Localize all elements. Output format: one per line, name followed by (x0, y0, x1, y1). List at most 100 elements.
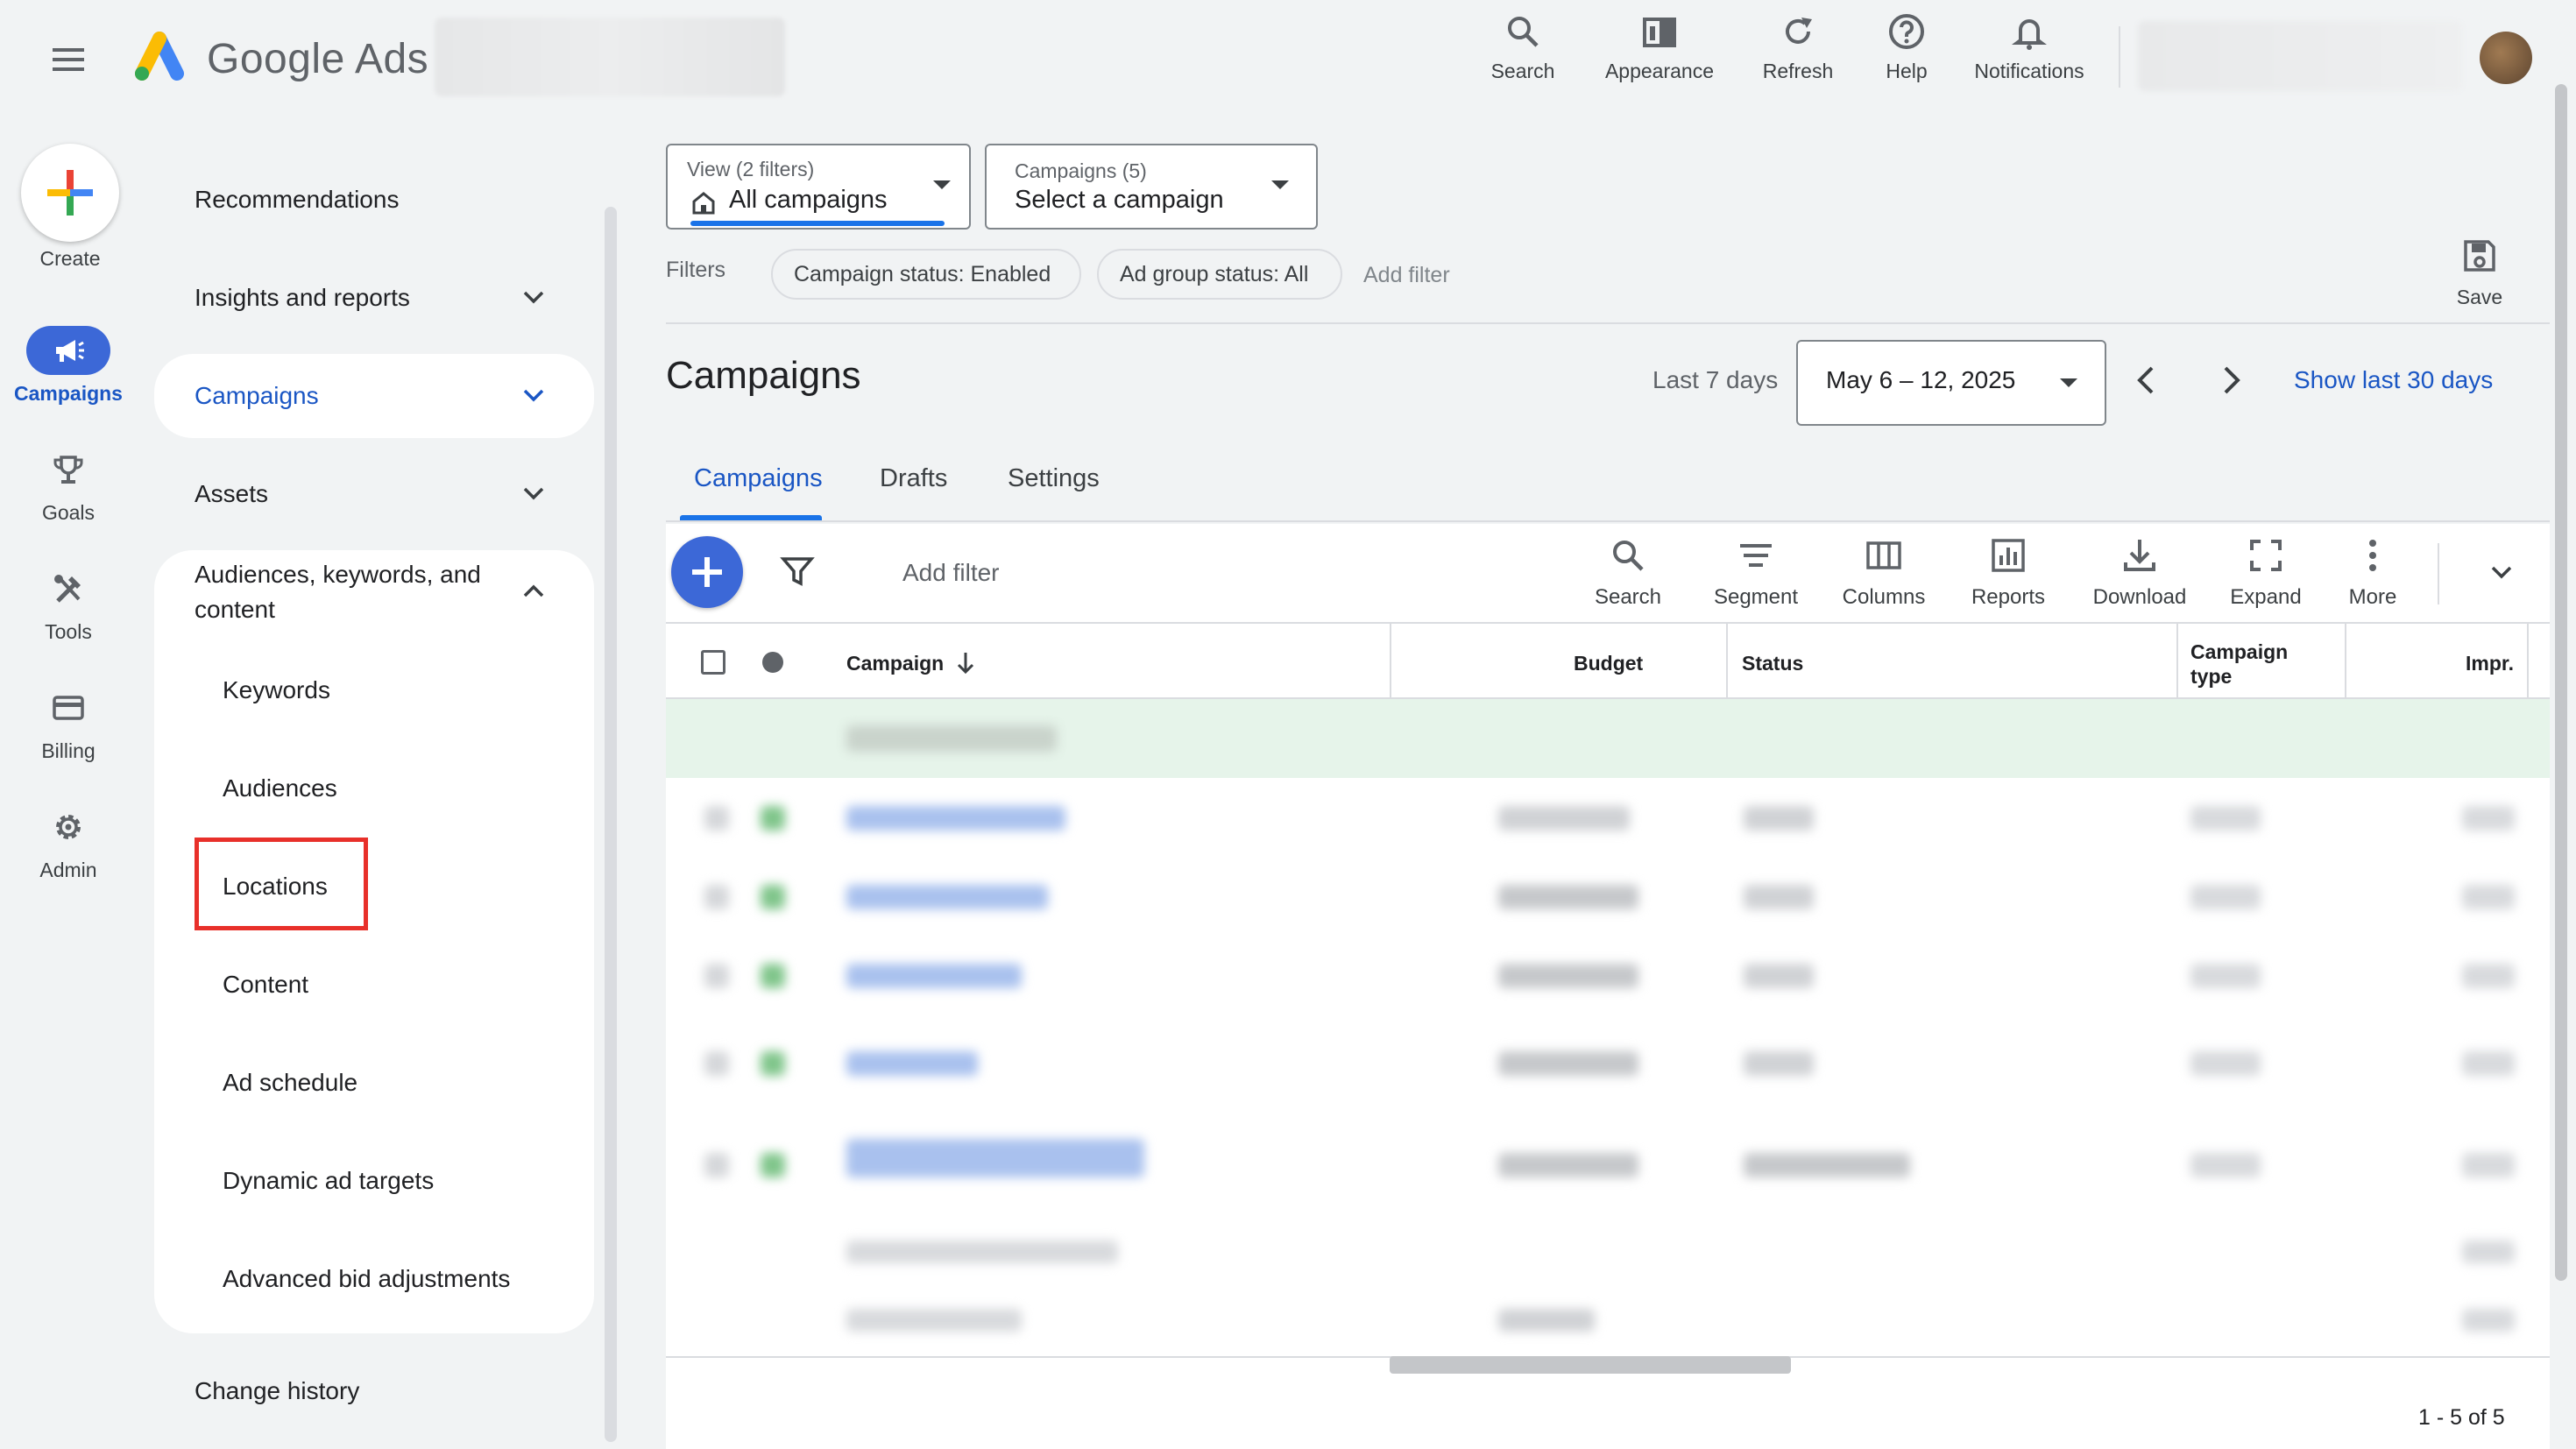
topbar-search-label: Search (1490, 60, 1555, 82)
nav-item-assets[interactable]: Assets (195, 480, 268, 508)
rail-item-campaigns[interactable]: Campaigns (0, 326, 137, 406)
tab-settings[interactable]: Settings (1008, 464, 1100, 493)
rail-item-billing[interactable]: Billing (0, 683, 137, 763)
plus-icon (692, 557, 722, 587)
campaign-selector-caption: Campaigns (5) (1015, 159, 1147, 182)
table-summary-row (666, 1290, 2550, 1353)
table-row[interactable] (666, 937, 2550, 1016)
download-icon (2120, 536, 2159, 575)
table-summary-row (666, 1218, 2550, 1288)
nav-subitem-ad-schedule[interactable]: Ad schedule (223, 1069, 357, 1097)
chevron-left-icon[interactable] (2131, 363, 2162, 398)
column-header-campaign[interactable]: Campaign (846, 652, 944, 675)
column-header-campaign-type[interactable]: Campaign type (2190, 640, 2288, 689)
rail-item-billing-label: Billing (41, 739, 96, 762)
caret-down-icon (2059, 377, 2078, 389)
table-row[interactable] (666, 1025, 2550, 1104)
column-divider[interactable] (2176, 624, 2178, 697)
chevron-right-icon[interactable] (2215, 363, 2247, 398)
topbar-help-button[interactable]: Help (1845, 12, 1968, 100)
customer-account-info[interactable] (2138, 21, 2462, 91)
column-header-status[interactable]: Status (1742, 652, 1803, 675)
rail-item-goals[interactable]: Goals (0, 445, 137, 525)
main-vertical-scrollbar[interactable] (2555, 84, 2567, 1281)
tabs-divider (666, 520, 2550, 522)
tab-drafts[interactable]: Drafts (880, 464, 947, 493)
segment-button[interactable]: Segment (1695, 536, 1817, 610)
column-header-budget[interactable]: Budget (1574, 652, 1643, 675)
search-icon (1504, 12, 1542, 51)
gear-icon (51, 809, 86, 845)
search-icon (1609, 536, 1647, 575)
filter-bar-divider (666, 322, 2550, 324)
google-ads-logo-icon (131, 32, 188, 84)
topbar-search-button[interactable]: Search (1461, 12, 1584, 100)
nav-item-insights[interactable]: Insights and reports (195, 284, 410, 312)
column-divider[interactable] (2527, 624, 2529, 697)
tab-campaigns[interactable]: Campaigns (694, 464, 823, 493)
download-button[interactable]: Download (2078, 536, 2201, 610)
campaign-selector-dropdown[interactable]: Campaigns (5) Select a campaign (985, 144, 1318, 230)
expand-button[interactable]: Expand (2204, 536, 2327, 610)
filter-chip-ad-group-status[interactable]: Ad group status: All (1097, 249, 1342, 300)
caret-down-icon (1270, 179, 1290, 191)
date-range-value: May 6 – 12, 2025 (1826, 366, 2016, 393)
nav-item-audiences-keywords-content[interactable]: Audiences, keywords, and content (195, 557, 481, 627)
view-dropdown-caption: View (2 filters) (687, 158, 815, 180)
nav-item-change-history[interactable]: Change history (195, 1377, 359, 1405)
rail-item-tools[interactable]: Tools (0, 564, 137, 644)
app-brand[interactable]: Google Ads (207, 35, 428, 83)
topbar-refresh-button[interactable]: Refresh (1737, 12, 1859, 100)
select-all-checkbox[interactable] (701, 650, 725, 675)
create-button[interactable] (21, 144, 119, 242)
topbar-notifications-button[interactable]: Notifications (1968, 12, 2091, 100)
add-campaign-button[interactable] (671, 536, 743, 608)
nav-subitem-advanced-bid-adjustments[interactable]: Advanced bid adjustments (223, 1265, 510, 1293)
add-filter-link[interactable]: Add filter (1363, 263, 1450, 288)
page-title: Campaigns (666, 354, 861, 397)
nav-subitem-content[interactable]: Content (223, 971, 308, 999)
column-divider[interactable] (1390, 624, 1391, 697)
nav-item-campaigns[interactable]: Campaigns (195, 382, 319, 410)
filter-icon[interactable] (780, 554, 815, 589)
nav-subitem-audiences[interactable]: Audiences (223, 774, 337, 802)
menu-icon[interactable] (51, 42, 86, 77)
table-row[interactable] (666, 859, 2550, 937)
table-add-filter[interactable]: Add filter (902, 559, 1000, 587)
avatar[interactable] (2480, 32, 2532, 84)
date-range-picker[interactable]: May 6 – 12, 2025 (1796, 340, 2106, 426)
table-row[interactable] (666, 780, 2550, 859)
arrow-down-icon[interactable] (953, 650, 978, 676)
more-button[interactable]: More (2311, 536, 2434, 610)
topbar-appearance-button[interactable]: Appearance (1598, 12, 1721, 100)
topbar-appearance-label: Appearance (1604, 60, 1715, 82)
table-search-label: Search (1594, 585, 1662, 609)
column-header-impr[interactable]: Impr. (2466, 652, 2514, 675)
chevron-down-icon[interactable] (519, 380, 548, 410)
expand-label: Expand (2230, 585, 2302, 609)
table-row[interactable] (666, 1121, 2550, 1209)
column-divider[interactable] (2345, 624, 2346, 697)
column-divider[interactable] (1726, 624, 1728, 697)
columns-button[interactable]: Columns (1822, 536, 1945, 610)
chevron-down-icon[interactable] (519, 282, 548, 312)
table-search-button[interactable]: Search (1567, 536, 1689, 610)
account-selector[interactable] (435, 18, 785, 96)
nav-item-recommendations[interactable]: Recommendations (195, 186, 399, 214)
chevron-up-icon[interactable] (519, 576, 548, 606)
view-dropdown[interactable]: View (2 filters) All campaigns (666, 144, 971, 230)
chevron-down-icon[interactable] (519, 478, 548, 508)
show-last-30-days-link[interactable]: Show last 30 days (2294, 366, 2493, 394)
rail-item-admin[interactable]: Admin (0, 802, 137, 882)
chevron-down-icon[interactable] (2487, 557, 2516, 587)
nav-subitem-dynamic-ad-targets[interactable]: Dynamic ad targets (223, 1167, 434, 1195)
horizontal-scrollbar[interactable] (1390, 1356, 1791, 1374)
nav-scrollbar[interactable] (605, 207, 617, 1442)
filter-chip-campaign-status[interactable]: Campaign status: Enabled (771, 249, 1081, 300)
megaphone-icon (51, 333, 86, 368)
appearance-icon (1640, 12, 1679, 51)
rail-item-goals-label: Goals (41, 501, 96, 524)
save-view-button[interactable]: Save (2436, 237, 2523, 309)
reports-button[interactable]: Reports (1947, 536, 2070, 610)
nav-subitem-keywords[interactable]: Keywords (223, 676, 330, 704)
